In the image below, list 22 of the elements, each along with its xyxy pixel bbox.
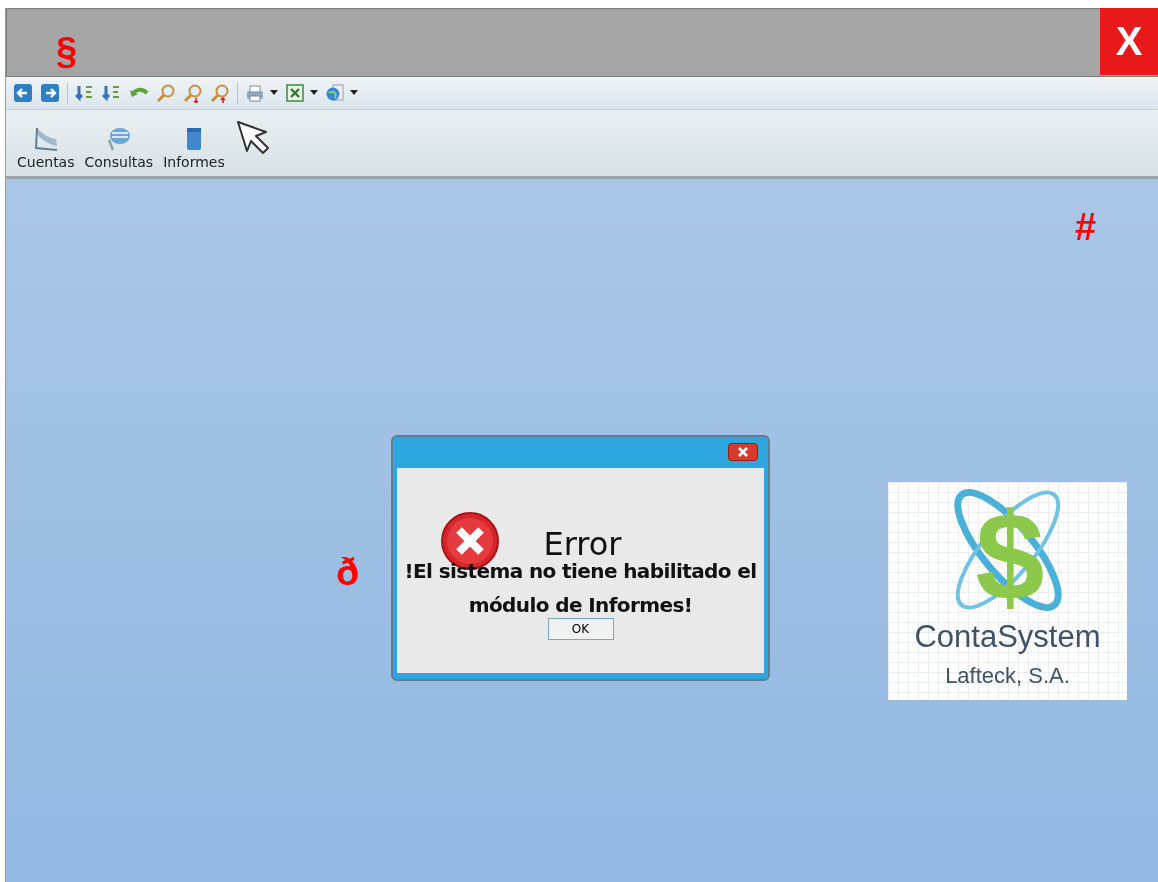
sort-ascending-icon[interactable] [75, 83, 95, 103]
globe-document-icon[interactable] [325, 83, 345, 103]
brand-name: ContaSystem [914, 619, 1101, 655]
close-icon[interactable] [728, 443, 758, 461]
ok-button[interactable]: OK [547, 618, 614, 640]
annotation-mark: ð [336, 553, 360, 591]
close-button[interactable]: X [1100, 8, 1158, 75]
annotation-mark: # [1075, 208, 1097, 246]
caret-icon[interactable] [310, 90, 318, 96]
caret-icon[interactable] [350, 90, 358, 96]
ribbon-button[interactable]: Cuentas [15, 126, 77, 170]
company-name: Lafteck, S.A. [945, 663, 1070, 689]
caret-icon[interactable] [270, 90, 278, 96]
sort-descending-icon[interactable] [102, 83, 122, 103]
printer-icon[interactable] [245, 83, 265, 103]
ribbon-button[interactable]: Informes [161, 126, 227, 170]
ribbon-button[interactable]: Consultas [82, 126, 156, 170]
spreadsheet-icon[interactable] [285, 83, 305, 103]
magnifier-icon[interactable] [156, 83, 176, 103]
magnifier-down-icon[interactable] [183, 83, 203, 103]
annotation-mark: § [56, 32, 78, 70]
magnifier-up-icon[interactable] [210, 83, 230, 103]
